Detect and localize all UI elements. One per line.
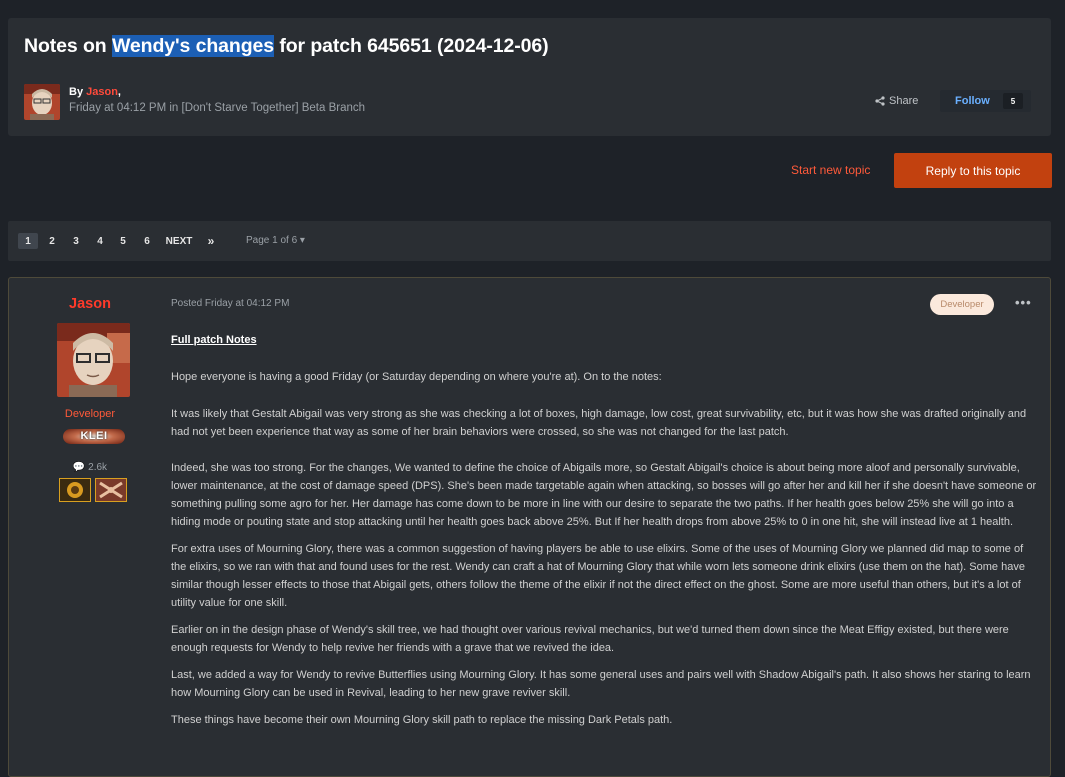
- post-paragraph: For extra uses of Mourning Glory, there …: [171, 543, 1025, 609]
- post-paragraph: Earlier on in the design phase of Wendy'…: [171, 624, 1009, 654]
- post-author-role: Developer: [64, 408, 116, 420]
- post-paragraph: Last, we added a way for Wendy to revive…: [171, 669, 1031, 699]
- post-author-name[interactable]: Jason: [9, 296, 171, 312]
- author-avatar[interactable]: [24, 84, 60, 120]
- page-3-link[interactable]: 3: [70, 233, 82, 249]
- post-paragraph: These things have become their own Mourn…: [171, 714, 673, 726]
- share-icon: [875, 96, 885, 106]
- post-options-menu[interactable]: •••: [1015, 295, 1032, 310]
- full-patch-notes-link[interactable]: Full patch Notes: [171, 334, 257, 346]
- last-page-link[interactable]: »: [205, 233, 217, 249]
- topic-header: Notes on Wendy's changes for patch 64565…: [8, 18, 1051, 136]
- comment-icon: 💬: [72, 462, 86, 473]
- title-text-end: for patch 645651 (2024-12-06): [274, 35, 549, 57]
- post-paragraph: Hope everyone is having a good Friday (o…: [171, 371, 662, 383]
- post: Jason Developer KLEI 💬 2.6k Posted Frida…: [8, 277, 1051, 777]
- page-4-link[interactable]: 4: [94, 233, 106, 249]
- share-button[interactable]: Share: [875, 95, 918, 107]
- achievement-icon[interactable]: [59, 478, 91, 502]
- follow-label: Follow: [955, 95, 990, 107]
- page-jump-dropdown[interactable]: Page 1 of 6 ▾: [246, 235, 305, 246]
- post-count-value: 2.6k: [88, 462, 108, 473]
- by-suffix: ,: [117, 86, 121, 98]
- title-text-start: Notes on: [24, 35, 112, 57]
- follow-count: 5: [1003, 93, 1023, 109]
- post-author-avatar[interactable]: [57, 323, 130, 397]
- page-1-link[interactable]: 1: [18, 233, 38, 249]
- byline: By Jason,: [69, 86, 121, 98]
- pagination: 1 2 3 4 5 6 NEXT » Page 1 of 6 ▾: [8, 221, 1051, 261]
- by-prefix: By: [69, 86, 87, 98]
- post-count: 💬 2.6k: [9, 462, 171, 473]
- page-2-link[interactable]: 2: [46, 233, 58, 249]
- achievement-icon[interactable]: [95, 478, 127, 502]
- author-link[interactable]: Jason: [86, 86, 118, 98]
- post-paragraph: Indeed, she was too strong. For the chan…: [171, 462, 1037, 528]
- developer-badge: Developer: [930, 294, 994, 315]
- next-page-link[interactable]: NEXT: [166, 233, 193, 249]
- follow-button[interactable]: Follow 5: [940, 90, 1031, 112]
- post-body: Full patch Notes Hope everyone is having…: [171, 331, 1041, 729]
- post-paragraph: It was likely that Gestalt Abigail was v…: [171, 408, 1027, 438]
- topic-meta: Friday at 04:12 PM in [Don't Starve Toge…: [69, 102, 366, 114]
- page-6-link[interactable]: 6: [141, 233, 153, 249]
- topic-title: Notes on Wendy's changes for patch 64565…: [24, 35, 549, 58]
- klei-badge: KLEI: [63, 429, 125, 444]
- post-timestamp: Posted Friday at 04:12 PM: [171, 298, 290, 309]
- share-label: Share: [889, 95, 919, 107]
- page-5-link[interactable]: 5: [117, 233, 129, 249]
- start-new-topic-link[interactable]: Start new topic: [791, 163, 870, 177]
- title-highlighted-text: Wendy's changes: [111, 35, 275, 57]
- reply-to-topic-button[interactable]: Reply to this topic: [894, 153, 1052, 188]
- top-strip: [0, 0, 1065, 14]
